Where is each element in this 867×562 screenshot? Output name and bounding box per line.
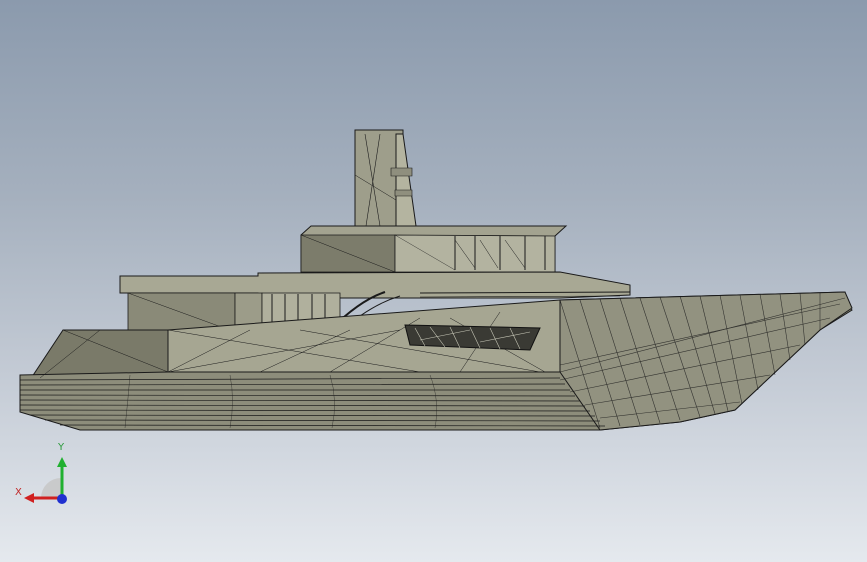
mast [354,129,417,227]
orientation-triad[interactable]: Y X [12,440,82,510]
y-axis-arrowhead [57,457,67,467]
x-axis-label: X [15,487,22,498]
y-axis-label: Y [58,442,65,453]
graphics-viewport[interactable]: Y X [0,0,867,562]
yacht-model[interactable] [0,0,867,562]
triad-plane [41,478,61,498]
upper-deckhouse [300,225,568,273]
x-axis-arrowhead [24,493,34,503]
z-axis-dot [57,494,67,504]
